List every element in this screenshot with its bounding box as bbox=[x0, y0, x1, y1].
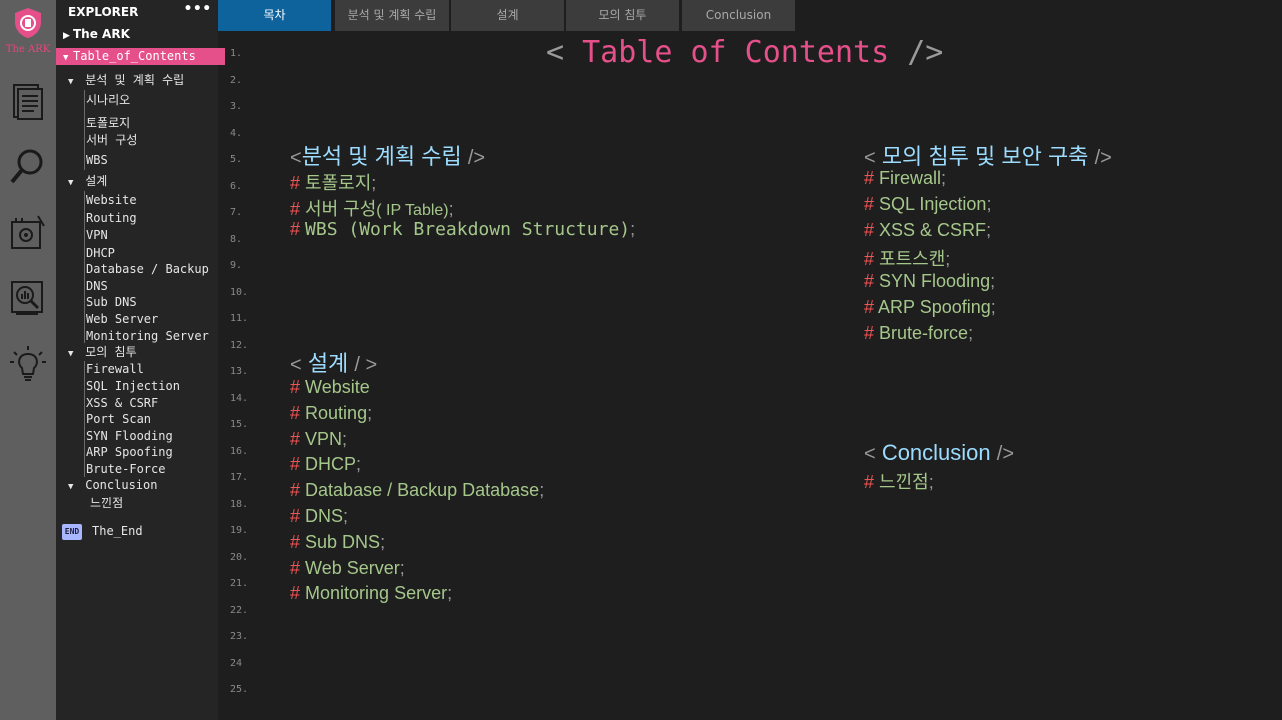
caret-down-icon: ▼ bbox=[68, 482, 74, 492]
line-number: 2. bbox=[230, 74, 243, 86]
list-item: # Sub DNS; bbox=[290, 531, 386, 552]
line-number: 18. bbox=[230, 498, 249, 510]
line-number: 1. bbox=[230, 48, 243, 59]
list-item: # ARP Spoofing; bbox=[864, 297, 996, 317]
line-number: 9. bbox=[230, 260, 243, 271]
search-icon[interactable] bbox=[8, 146, 48, 186]
list-item: # 토폴로지; bbox=[290, 173, 377, 193]
caret-right-icon: ▶ bbox=[63, 31, 70, 41]
line-number: 15. bbox=[230, 419, 249, 430]
list-item: # Brute-force; bbox=[864, 322, 974, 343]
section-heading-analysis: <분석 및 계획 수립 /> bbox=[290, 144, 486, 169]
network-tools-icon[interactable] bbox=[8, 212, 48, 252]
line-number: 7. bbox=[230, 207, 243, 218]
line-number: 21. bbox=[230, 578, 249, 589]
tab-analysis[interactable]: 분석 및 계획 수립 bbox=[335, 0, 449, 31]
list-item: # 포트스캔; bbox=[864, 249, 951, 270]
section-heading-pentest: < 모의 침투 및 보안 구축 /> bbox=[864, 144, 1112, 169]
list-item: # VPN; bbox=[290, 428, 348, 449]
line-number: 3. bbox=[230, 101, 243, 112]
line-number: 25. bbox=[230, 684, 249, 695]
list-item: # Firewall; bbox=[864, 168, 947, 188]
tree-group-pentest[interactable]: ▼ 모의 침투 bbox=[56, 344, 230, 361]
logo-text: The ARK bbox=[5, 44, 51, 55]
list-item: # Website bbox=[290, 377, 370, 397]
list-item: # Routing; bbox=[290, 402, 373, 423]
line-number: 8. bbox=[230, 233, 243, 245]
page-title: < Table of Contents /> bbox=[546, 35, 944, 70]
line-number: 6. bbox=[230, 180, 243, 192]
tree-group-conclusion[interactable]: ▼ Conclusion bbox=[56, 477, 230, 494]
list-item: # Monitoring Server; bbox=[290, 583, 453, 604]
line-number: 16. bbox=[230, 445, 249, 457]
tree-guide-line bbox=[84, 191, 85, 343]
list-item: # DNS; bbox=[290, 506, 349, 526]
list-item: # WBS (Work Breakdown Structure); bbox=[290, 219, 636, 240]
section-heading-design: < 설계 / > bbox=[290, 351, 378, 376]
line-number: 14. bbox=[230, 392, 249, 404]
the-ark-logo[interactable]: The ARK bbox=[4, 6, 52, 55]
tree-group-design[interactable]: ▼ 설계 bbox=[56, 173, 230, 190]
line-number: 22. bbox=[230, 604, 249, 616]
list-item: # DHCP; bbox=[290, 454, 362, 475]
line-number: 17. bbox=[230, 472, 249, 483]
tree-root[interactable]: ▶ The ARK bbox=[56, 26, 225, 43]
lightbulb-icon[interactable] bbox=[8, 344, 48, 384]
line-number: 12. bbox=[230, 339, 249, 351]
caret-down-icon: ▼ bbox=[68, 77, 74, 87]
tree-group-analysis[interactable]: ▼ 분석 및 계획 수립 bbox=[56, 72, 230, 89]
caret-down-icon: ▼ bbox=[63, 53, 69, 63]
list-item: # SQL Injection; bbox=[864, 193, 992, 214]
line-number: 20. bbox=[230, 551, 249, 563]
tab-toc[interactable]: 목차 bbox=[218, 0, 331, 31]
line-number: 11. bbox=[230, 313, 249, 324]
line-number: 5. bbox=[230, 154, 243, 165]
tree-item-table-of-contents[interactable]: ▼ Table_of_Contents bbox=[56, 48, 225, 65]
tree-guide-line bbox=[84, 90, 85, 170]
explorer-sidebar: EXPLORER ••• ▶ The ARK ▼ Table_of_Contents… bbox=[56, 0, 225, 720]
list-item: # XSS & CSRF; bbox=[864, 219, 992, 240]
editor-area: < Table of Contents /> <분석 및 계획 수립 /> # … bbox=[258, 31, 1282, 720]
activity-bar: The ARK bbox=[0, 0, 56, 720]
explorer-header: EXPLORER bbox=[68, 5, 139, 19]
tab-pentest[interactable]: 모의 침투 bbox=[566, 0, 679, 31]
line-number: 10. bbox=[230, 286, 249, 298]
end-badge-icon: END bbox=[62, 523, 82, 540]
list-item: # Web Server; bbox=[290, 557, 405, 578]
tree-item-the-end[interactable]: END The_End bbox=[56, 520, 224, 542]
line-number: 24 bbox=[230, 657, 243, 669]
section-heading-conclusion: < Conclusion /> bbox=[864, 440, 1015, 465]
list-item: # Database / Backup Database; bbox=[290, 480, 545, 501]
line-number: 4. bbox=[230, 127, 243, 139]
shield-logo-icon bbox=[15, 8, 41, 38]
line-number: 23. bbox=[230, 631, 249, 642]
tab-design[interactable]: 설계 bbox=[451, 0, 564, 31]
caret-down-icon: ▼ bbox=[68, 178, 74, 188]
list-item: # 느낀점; bbox=[864, 472, 934, 492]
line-number-gutter: 1. 2. 3. 4. 5. 6. 7. 8. 9. 10. 11. 12. 13. 14. 15. 16. 1… bbox=[218, 31, 258, 720]
line-number: 13. bbox=[230, 366, 249, 377]
list-item: # SYN Flooding; bbox=[864, 271, 996, 292]
document-icon[interactable] bbox=[8, 82, 48, 122]
tab-conclusion[interactable]: Conclusion bbox=[682, 0, 795, 31]
tree-guide-line bbox=[84, 361, 85, 477]
list-item: # 서버 구성( IP Table); bbox=[290, 199, 454, 219]
tab-bar: 목차 분석 및 계획 수립 설계 모의 침투 Conclusion bbox=[218, 0, 1282, 31]
line-number: 19. bbox=[230, 525, 249, 536]
more-actions-icon[interactable]: ••• bbox=[184, 1, 212, 17]
analytics-icon[interactable] bbox=[8, 278, 48, 318]
